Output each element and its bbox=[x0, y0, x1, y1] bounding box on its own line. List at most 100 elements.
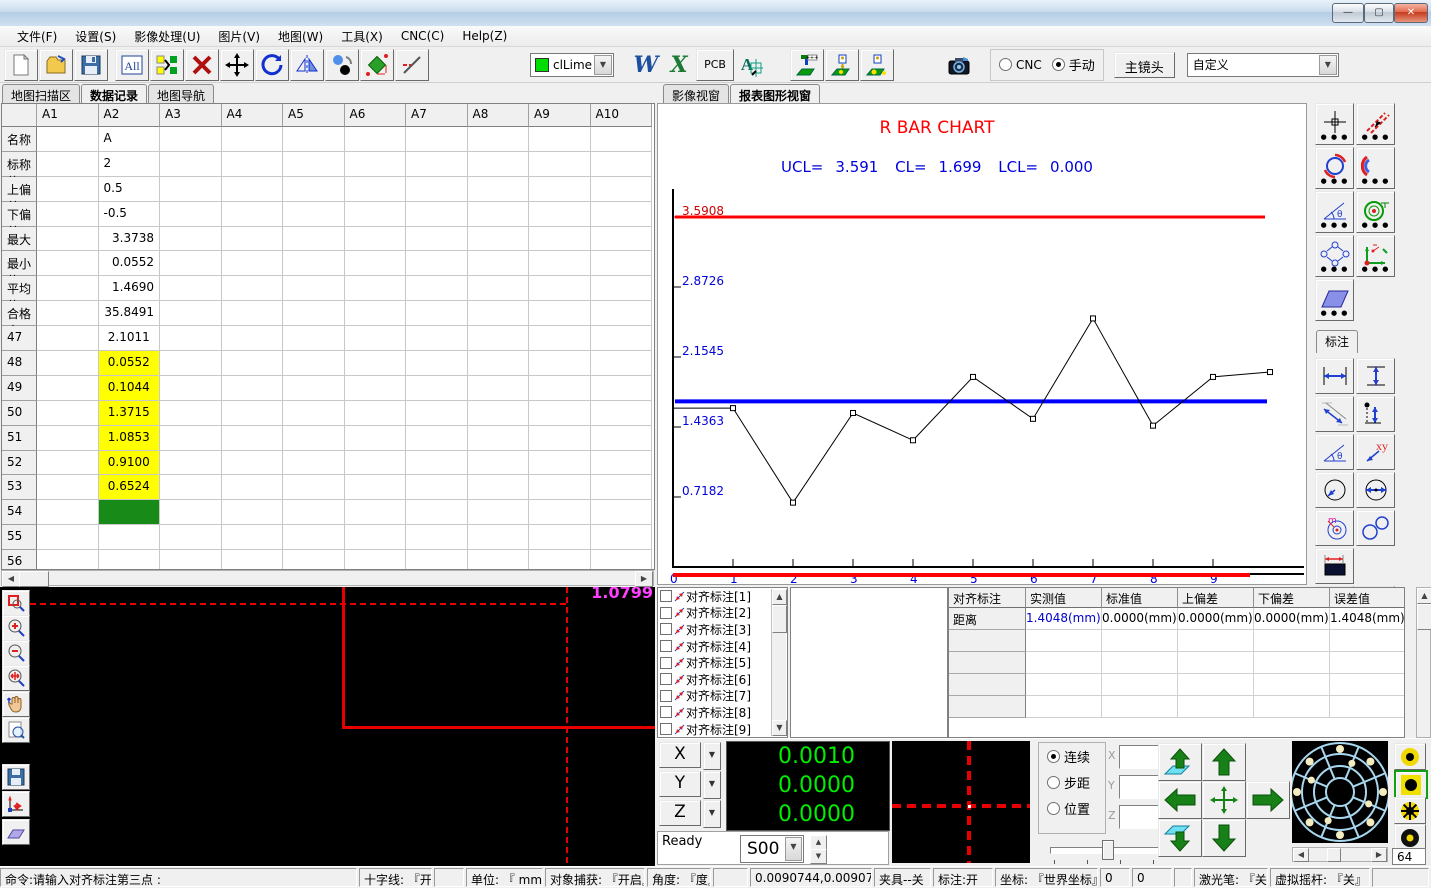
row-header[interactable]: 平均值 bbox=[2, 276, 37, 301]
table-cell[interactable] bbox=[345, 550, 407, 570]
column-header[interactable]: A7 bbox=[406, 104, 468, 127]
alignment-annotation-list[interactable]: 对齐标注[1]对齐标注[2]对齐标注[3]对齐标注[4]对齐标注[5]对齐标注[… bbox=[657, 587, 788, 738]
table-cell[interactable] bbox=[37, 276, 99, 301]
row-header[interactable]: 55 bbox=[2, 525, 37, 550]
xy-annotate-button[interactable]: xy bbox=[1356, 434, 1395, 470]
table-cell[interactable] bbox=[529, 475, 591, 500]
table-cell[interactable] bbox=[406, 227, 468, 252]
angle-annotate-button[interactable]: θ bbox=[1315, 434, 1354, 470]
menu-item-8[interactable]: Help(Z) bbox=[453, 27, 516, 45]
data-record-table[interactable]: A1A2A3A4A5A6A7A8A9A10名称A标称值2上偏差0.5下偏差-0.… bbox=[1, 103, 655, 570]
ring-light-rings[interactable] bbox=[1292, 741, 1388, 843]
table-cell[interactable] bbox=[406, 426, 468, 451]
table-cell[interactable] bbox=[529, 426, 591, 451]
scroll-up-icon[interactable]: ▲ bbox=[772, 589, 787, 605]
table-cell[interactable] bbox=[345, 426, 407, 451]
row-header[interactable]: 最大值 bbox=[2, 227, 37, 252]
table-cell[interactable] bbox=[591, 202, 653, 227]
axis-y-button[interactable]: Y bbox=[659, 771, 701, 797]
jog-down-button[interactable] bbox=[1202, 819, 1246, 857]
alignment-list-item[interactable]: 对齐标注[2] bbox=[658, 605, 787, 622]
table-cell[interactable] bbox=[345, 351, 407, 376]
scroll-right-icon[interactable]: ▶ bbox=[1371, 848, 1387, 862]
menu-item-2[interactable]: 设置(S) bbox=[66, 26, 125, 47]
arc-tool-button[interactable]: ● ● ● bbox=[1356, 147, 1395, 189]
table-cell[interactable] bbox=[345, 202, 407, 227]
alignment-list-item[interactable]: 对齐标注[9] bbox=[658, 721, 787, 738]
table-cell[interactable] bbox=[222, 401, 284, 426]
ring-light-outer-button[interactable] bbox=[1394, 743, 1426, 770]
table-cell[interactable] bbox=[99, 525, 161, 550]
table-cell[interactable] bbox=[529, 276, 591, 301]
jog-mode-2[interactable]: 步距 bbox=[1039, 769, 1105, 795]
scroll-up-icon[interactable]: ▲ bbox=[1417, 588, 1431, 604]
table-cell[interactable] bbox=[37, 451, 99, 476]
table-cell[interactable] bbox=[222, 500, 284, 525]
row-header[interactable]: 标称值 bbox=[2, 152, 37, 177]
table-cell[interactable] bbox=[283, 276, 345, 301]
table-cell[interactable] bbox=[160, 426, 222, 451]
table-cell[interactable] bbox=[591, 525, 653, 550]
table-cell[interactable] bbox=[468, 301, 530, 326]
table-cell[interactable] bbox=[222, 301, 284, 326]
table-cell[interactable] bbox=[37, 202, 99, 227]
table-cell[interactable] bbox=[468, 426, 530, 451]
table-cell[interactable] bbox=[591, 326, 653, 351]
table-cell[interactable] bbox=[283, 326, 345, 351]
table-cell[interactable] bbox=[591, 276, 653, 301]
ring-light-coax-button[interactable] bbox=[1394, 824, 1426, 851]
custom-combo[interactable]: 自定义 ▼ bbox=[1187, 53, 1339, 77]
custom-combo-arrow-icon[interactable]: ▼ bbox=[1319, 55, 1337, 75]
table-cell[interactable] bbox=[406, 401, 468, 426]
item-checkbox[interactable] bbox=[660, 673, 672, 685]
table-cell[interactable] bbox=[345, 276, 407, 301]
transform-button[interactable] bbox=[360, 49, 394, 81]
row-header[interactable]: 47 bbox=[2, 326, 37, 351]
table-cell[interactable] bbox=[283, 376, 345, 401]
table-cell[interactable] bbox=[468, 152, 530, 177]
row-header[interactable]: 53 bbox=[2, 475, 37, 500]
table-cell[interactable] bbox=[406, 202, 468, 227]
item-checkbox[interactable] bbox=[660, 690, 672, 702]
row-header[interactable]: 合格率 bbox=[2, 301, 37, 326]
table-cell[interactable] bbox=[160, 202, 222, 227]
table-cell[interactable] bbox=[345, 500, 407, 525]
table-cell[interactable] bbox=[283, 127, 345, 152]
item-checkbox[interactable] bbox=[660, 706, 672, 718]
table-cell[interactable] bbox=[222, 426, 284, 451]
point-v-distance-button[interactable] bbox=[1356, 396, 1395, 432]
table-cell[interactable]: A bbox=[99, 127, 161, 152]
table-cell[interactable] bbox=[529, 202, 591, 227]
table-cell[interactable] bbox=[529, 500, 591, 525]
table-cell[interactable] bbox=[283, 525, 345, 550]
results-table-scrollbar[interactable]: ▲ bbox=[1416, 587, 1431, 738]
table-cell[interactable] bbox=[529, 401, 591, 426]
table-cell[interactable] bbox=[529, 525, 591, 550]
table-cell[interactable] bbox=[468, 500, 530, 525]
table-cell[interactable] bbox=[222, 227, 284, 252]
table-cell[interactable] bbox=[468, 475, 530, 500]
alignment-list-item[interactable]: 对齐标注[5] bbox=[658, 654, 787, 671]
table-cell[interactable] bbox=[406, 550, 468, 570]
table-cell[interactable] bbox=[468, 351, 530, 376]
table-cell[interactable]: 1.4690 bbox=[99, 276, 161, 301]
table-cell[interactable] bbox=[529, 351, 591, 376]
alignment-list-item[interactable]: 对齐标注[1] bbox=[658, 588, 787, 605]
ring-light-joystick[interactable] bbox=[1292, 741, 1388, 843]
item-checkbox[interactable] bbox=[660, 657, 672, 669]
table-cell[interactable] bbox=[406, 127, 468, 152]
table-cell[interactable]: 35.8491 bbox=[99, 301, 161, 326]
alignment-list-item[interactable]: 对齐标注[6] bbox=[658, 671, 787, 688]
diag-distance-button[interactable] bbox=[1315, 396, 1354, 432]
table-cell[interactable] bbox=[406, 251, 468, 276]
move-button[interactable] bbox=[220, 49, 254, 81]
table-cell[interactable] bbox=[345, 451, 407, 476]
rotate-button[interactable] bbox=[255, 49, 289, 81]
table-cell[interactable] bbox=[160, 301, 222, 326]
table-cell[interactable] bbox=[283, 426, 345, 451]
maximize-button[interactable]: ▢ bbox=[1364, 3, 1394, 23]
table-cell[interactable] bbox=[529, 177, 591, 202]
table-cell[interactable] bbox=[160, 227, 222, 252]
menu-item-6[interactable]: 工具(X) bbox=[332, 26, 392, 47]
scroll-left-icon[interactable]: ◀ bbox=[1293, 848, 1309, 862]
